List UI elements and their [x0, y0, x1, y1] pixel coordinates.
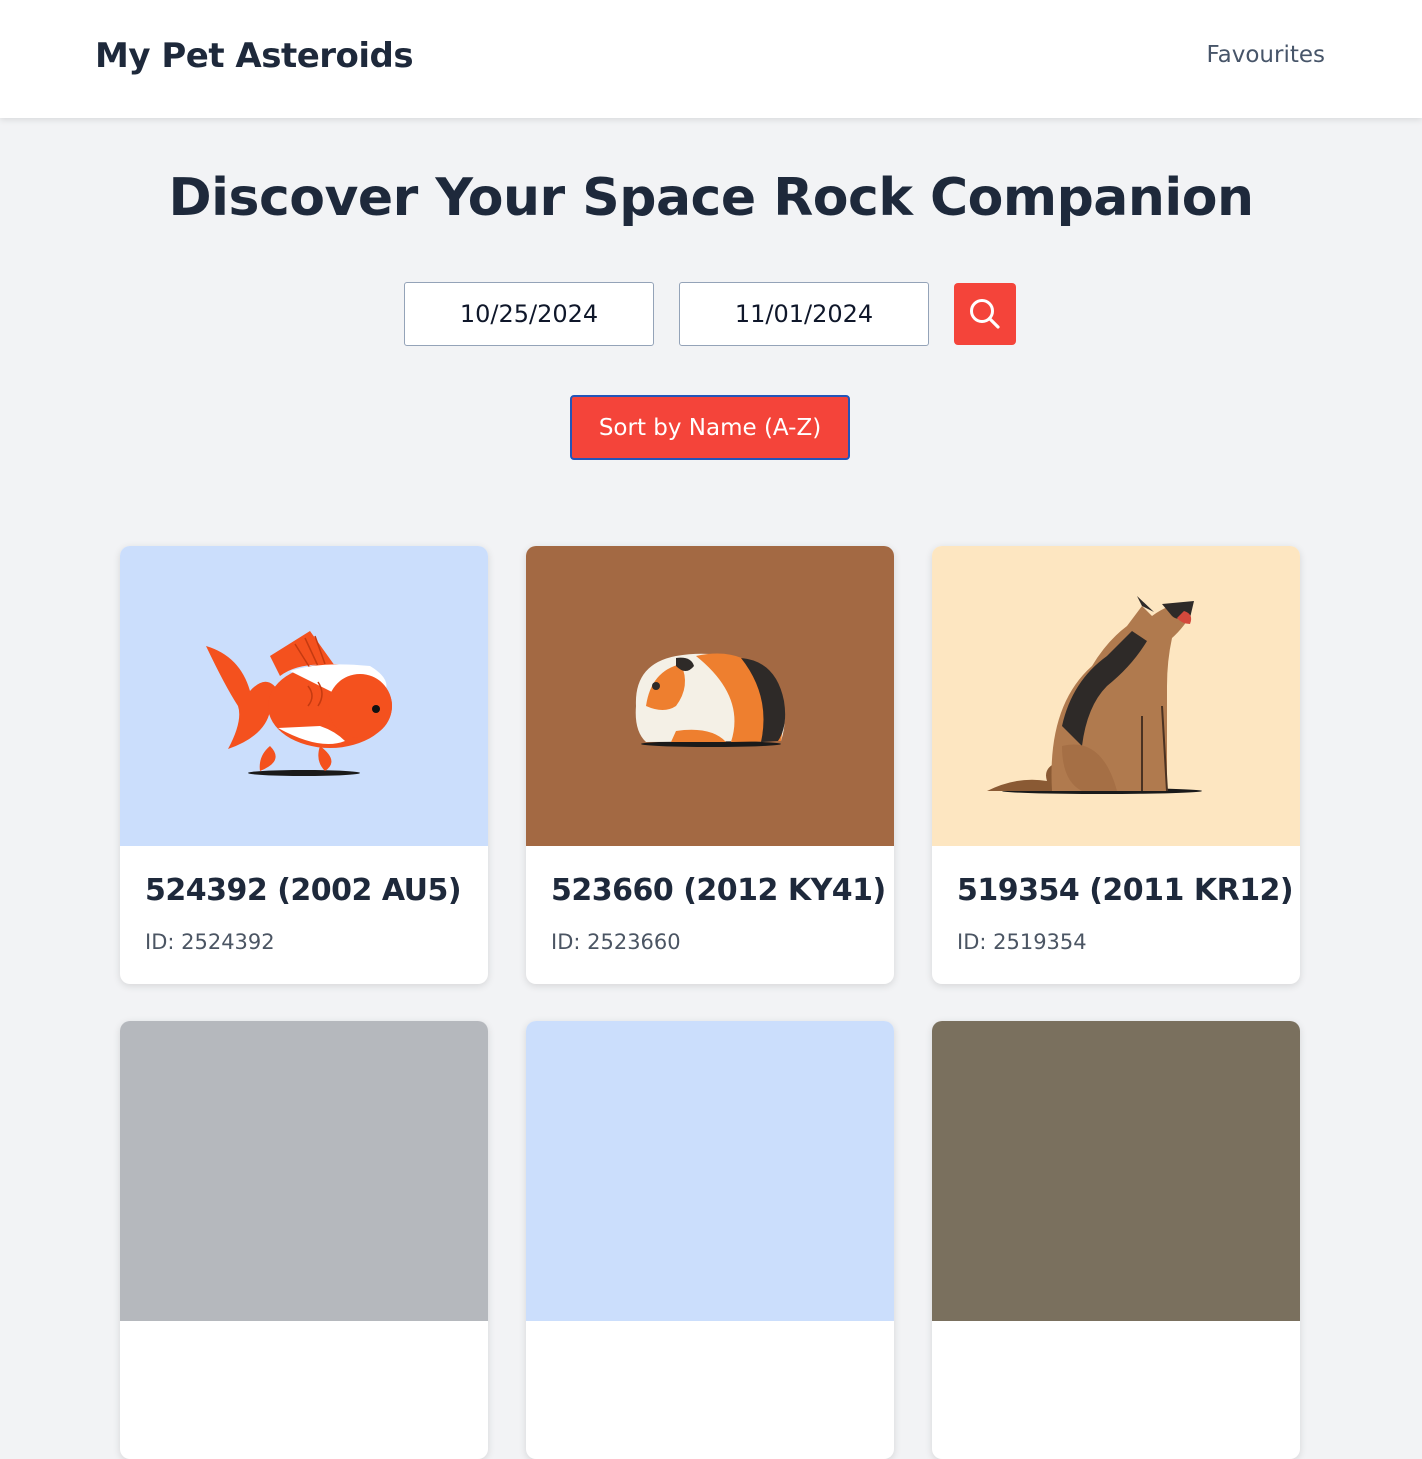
asteroid-card[interactable]: 519354 (2011 KR12) ID: 2519354 — [932, 546, 1300, 984]
asteroid-card[interactable] — [526, 1021, 894, 1459]
german-shepherd-illustration — [987, 596, 1202, 794]
start-date-input[interactable] — [404, 282, 654, 346]
brand-logo-text[interactable]: My Pet Asteroids — [95, 36, 414, 76]
end-date-input[interactable] — [679, 282, 929, 346]
card-image — [932, 546, 1300, 846]
card-image — [120, 1021, 488, 1321]
asteroid-card[interactable] — [120, 1021, 488, 1459]
asteroid-card[interactable] — [932, 1021, 1300, 1459]
card-title: 519354 (2011 KR12) — [957, 873, 1294, 908]
card-image — [526, 1021, 894, 1321]
card-title: 523660 (2012 KY41) — [551, 873, 886, 908]
card-image — [932, 1021, 1300, 1321]
guinea-pig-illustration — [635, 653, 786, 747]
search-icon — [970, 299, 1000, 329]
asteroid-card[interactable]: 523660 (2012 KY41) ID: 2523660 — [526, 546, 894, 984]
card-id: ID: 2523660 — [551, 930, 681, 954]
asteroid-card[interactable]: 524392 (2002 AU5) ID: 2524392 — [120, 546, 488, 984]
page-title: Discover Your Space Rock Companion — [168, 168, 1254, 228]
search-button[interactable] — [954, 283, 1016, 345]
card-id: ID: 2519354 — [957, 930, 1087, 954]
sort-by-name-button[interactable]: Sort by Name (A-Z) — [570, 395, 850, 460]
card-image — [526, 546, 894, 846]
card-image — [120, 546, 488, 846]
goldfish-illustration — [206, 631, 392, 776]
card-title: 524392 (2002 AU5) — [145, 873, 462, 908]
card-id: ID: 2524392 — [145, 930, 275, 954]
nav-link-favourites[interactable]: Favourites — [1207, 42, 1325, 68]
site-header: My Pet Asteroids Favourites — [0, 0, 1422, 118]
